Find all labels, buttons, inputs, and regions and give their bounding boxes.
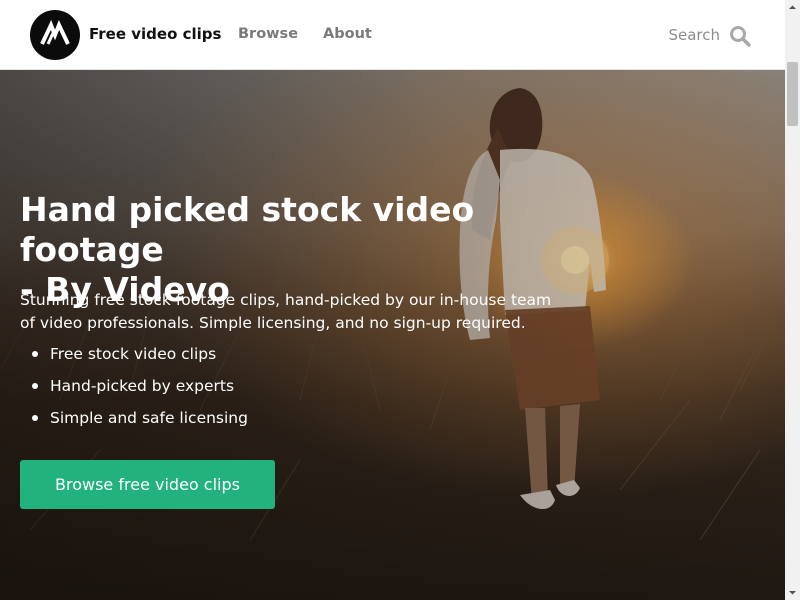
site-header: Free video clips Browse About: [0, 0, 785, 70]
scroll-up-button[interactable]: [785, 0, 800, 15]
logo-link[interactable]: [30, 10, 80, 60]
scrollbar-thumb[interactable]: [787, 62, 798, 126]
feature-item: Simple and safe licensing: [20, 407, 248, 439]
search-input[interactable]: [640, 20, 720, 50]
search-icon: [730, 26, 751, 47]
bullet-icon: [32, 415, 38, 421]
feature-text: Free stock video clips: [50, 345, 217, 363]
hero-overlay: [0, 70, 785, 600]
arrow-down-icon: [789, 591, 796, 595]
hero-description-line1: Stunning free stock footage clips, hand-…: [20, 291, 552, 309]
feature-item: Hand-picked by experts: [20, 375, 248, 407]
page: Free video clips Browse About Search Han…: [0, 0, 800, 600]
feature-list: Free stock video clips Hand-picked by ex…: [20, 343, 248, 439]
hero-description-line2: of video professionals. Simple licensing…: [20, 313, 526, 332]
browse-clips-button[interactable]: Browse free video clips: [20, 460, 275, 509]
arrow-up-icon: [789, 5, 796, 9]
bullet-icon: [32, 351, 38, 357]
feature-item: Free stock video clips: [20, 343, 248, 375]
feature-text: Simple and safe licensing: [50, 409, 248, 427]
feature-text: Hand-picked by experts: [50, 377, 235, 395]
brand-name[interactable]: Free video clips: [89, 25, 221, 43]
search-button[interactable]: [728, 24, 752, 48]
bullet-icon: [32, 383, 38, 389]
scroll-down-button[interactable]: [785, 585, 800, 600]
search-box: [640, 20, 760, 52]
nav-about[interactable]: About: [323, 26, 372, 42]
vertical-scrollbar[interactable]: [785, 0, 800, 600]
hero-title-line1: Hand picked stock video footage: [20, 190, 475, 269]
hero-description: Stunning free stock footage clips, hand-…: [20, 289, 600, 334]
hero-section: Hand picked stock video footage - By Vid…: [0, 70, 785, 600]
nav-browse[interactable]: Browse: [238, 26, 298, 42]
videvo-logo-icon: [40, 20, 70, 45]
